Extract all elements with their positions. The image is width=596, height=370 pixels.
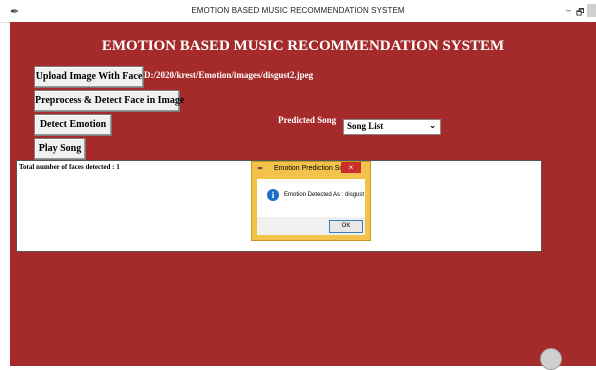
image-path-label: D:/2020/krest/Emotion/images/disgust2.jp… [144, 70, 314, 80]
globe-icon [540, 348, 562, 370]
emotion-prediction-dialog: ✒ Emotion Prediction Screen × i Emotion … [251, 161, 371, 241]
song-list-value: Song List [347, 121, 384, 131]
close-button[interactable] [587, 4, 596, 17]
maximize-button[interactable]: 🗗 [576, 5, 584, 21]
play-song-button[interactable]: Play Song [34, 138, 86, 160]
minimize-button[interactable]: – [566, 5, 571, 15]
app-title: EMOTION BASED MUSIC RECOMMENDATION SYSTE… [101, 38, 505, 54]
dialog-message: Emotion Detected As : disgust [284, 192, 365, 198]
dialog-close-button[interactable]: × [341, 162, 361, 173]
chevron-down-icon: ⌄ [429, 121, 436, 130]
dialog-footer: OK [257, 217, 365, 235]
predicted-song-label: Predicted Song [278, 115, 337, 125]
preprocess-detect-face-button[interactable]: Preprocess & Detect Face in Image [34, 90, 184, 112]
window-titlebar: ✒ EMOTION BASED MUSIC RECOMMENDATION SYS… [0, 0, 596, 23]
window-title: EMOTION BASED MUSIC RECOMMENDATION SYSTE… [191, 6, 405, 15]
feather-icon: ✒ [257, 164, 264, 173]
info-icon: i [267, 189, 279, 201]
dialog-body: i Emotion Detected As : disgust OK [257, 179, 365, 235]
main-panel: EMOTION BASED MUSIC RECOMMENDATION SYSTE… [10, 22, 596, 366]
song-list-dropdown[interactable]: Song List ⌄ [343, 119, 441, 135]
upload-image-button[interactable]: Upload Image With Face [34, 66, 144, 88]
detect-emotion-button[interactable]: Detect Emotion [34, 114, 112, 136]
faces-detected-text: Total number of faces detected : 1 [19, 163, 120, 171]
ok-button[interactable]: OK [329, 220, 363, 233]
